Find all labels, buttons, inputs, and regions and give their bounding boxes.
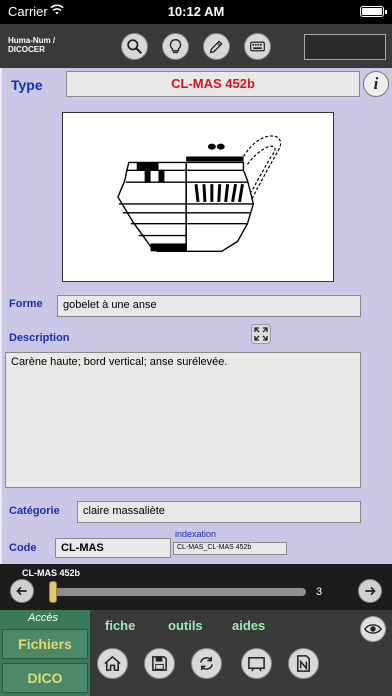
brand-label: Huma-Num / DICOCER xyxy=(8,36,56,54)
status-bar: Carrier 10:12 AM xyxy=(0,0,392,24)
refresh-button[interactable] xyxy=(191,648,222,679)
top-toolbar: Huma-Num / DICOCER xyxy=(0,24,392,68)
tab-outils[interactable]: outils xyxy=(168,618,203,633)
fichiers-button[interactable]: Fichiers xyxy=(2,629,88,659)
visibility-button[interactable] xyxy=(360,616,386,642)
notes-button[interactable] xyxy=(288,648,319,679)
keyboard-button[interactable] xyxy=(244,33,271,60)
home-button[interactable] xyxy=(97,648,128,679)
lightbulb-icon xyxy=(169,39,182,54)
record-slider-thumb[interactable] xyxy=(49,581,57,603)
keyboard-icon xyxy=(250,41,265,52)
record-panel: Type CL-MAS 452b i Forme gobelet à une a… xyxy=(0,68,392,564)
dico-button[interactable]: DICO xyxy=(2,663,88,693)
vessel-drawing xyxy=(62,112,334,282)
home-icon xyxy=(104,655,121,671)
eye-icon xyxy=(364,624,382,634)
search-button[interactable] xyxy=(121,33,148,60)
screen-button[interactable] xyxy=(241,648,272,679)
clock: 10:12 AM xyxy=(167,4,225,19)
tab-aides[interactable]: aides xyxy=(232,618,265,633)
navigator-record-name: CL-MAS 452b xyxy=(22,568,81,578)
pencil-icon xyxy=(209,40,223,54)
toolbar-display-box[interactable] xyxy=(304,34,386,60)
indexation-label: indexation xyxy=(175,529,217,539)
save-icon xyxy=(152,656,167,671)
notes-icon xyxy=(297,655,310,672)
type-label: Type xyxy=(11,77,43,93)
edit-button[interactable] xyxy=(203,33,230,60)
indexation-field[interactable]: CL-MAS_CL-MAS 452b xyxy=(173,542,287,555)
previous-record-button[interactable] xyxy=(10,579,34,603)
search-icon xyxy=(127,39,143,55)
info-button[interactable]: i xyxy=(363,71,389,97)
categorie-label: Catégorie xyxy=(9,505,60,517)
code-field[interactable]: CL-MAS xyxy=(55,538,171,558)
code-label: Code xyxy=(9,542,37,554)
type-field[interactable]: CL-MAS 452b xyxy=(66,71,360,97)
save-button[interactable] xyxy=(144,648,175,679)
bottom-menu: Accès Fichiers DICO fiche outils aides xyxy=(0,610,392,696)
access-panel: Accès Fichiers DICO xyxy=(0,610,90,696)
tab-fiche[interactable]: fiche xyxy=(105,618,135,633)
acces-label: Accès xyxy=(28,612,58,624)
categorie-field[interactable]: claire massaliète xyxy=(77,501,361,523)
record-navigator: CL-MAS 452b 3 xyxy=(0,564,392,610)
hint-button[interactable] xyxy=(162,33,189,60)
battery-icon xyxy=(360,6,387,17)
description-field[interactable]: Carène haute; bord vertical; anse suréle… xyxy=(5,352,361,488)
record-count: 3 xyxy=(316,586,323,598)
next-record-button[interactable] xyxy=(358,579,382,603)
forme-label: Forme xyxy=(9,298,43,310)
forme-field[interactable]: gobelet à une anse xyxy=(57,295,361,317)
expand-icon[interactable] xyxy=(251,324,271,344)
refresh-icon xyxy=(200,656,213,671)
record-slider-track[interactable] xyxy=(50,588,306,596)
vessel-illustration xyxy=(117,135,282,253)
description-label: Description xyxy=(9,332,70,344)
screen-icon xyxy=(248,657,265,672)
